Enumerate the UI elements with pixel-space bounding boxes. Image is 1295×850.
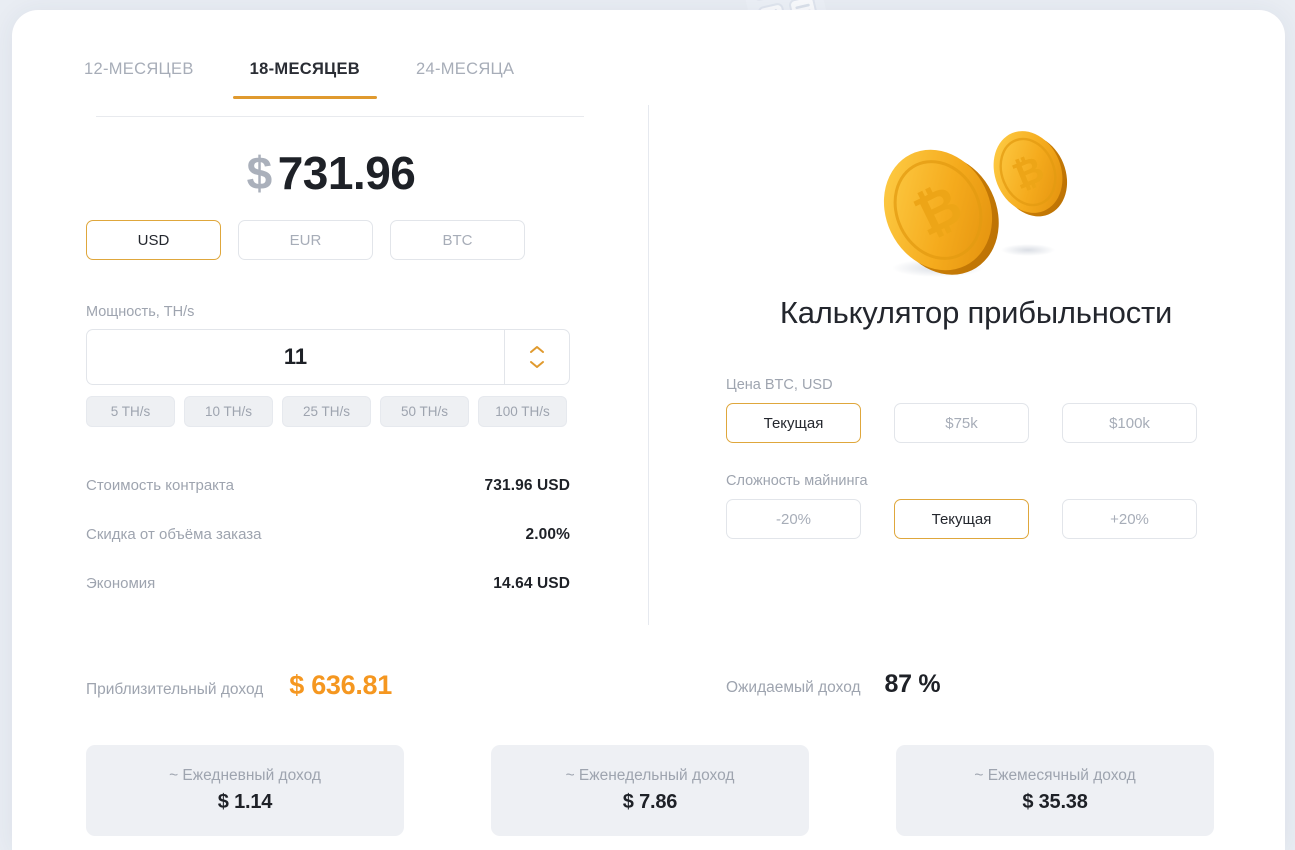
chevron-down-icon[interactable] (529, 360, 545, 369)
tab-12-months[interactable]: 12-МЕСЯЦЕВ (84, 56, 194, 99)
currency-button-usd[interactable]: USD (86, 220, 221, 260)
card-value: $ 1.14 (217, 791, 273, 813)
power-input-group: 11 (86, 329, 570, 385)
card-title: ~ Еженедельный доход (565, 767, 735, 784)
columns-divider (648, 105, 649, 625)
chevron-up-icon[interactable] (529, 345, 545, 354)
approximate-income-value: $ 636.81 (289, 670, 392, 700)
card-title: ~ Ежедневный доход (169, 767, 321, 784)
summary-value: 731.96 USD (484, 477, 570, 494)
summary-label: Экономия (86, 575, 156, 592)
card-value: $ 7.86 (622, 791, 678, 813)
weekly-income-card: ~ Еженедельный доход $ 7.86 (491, 745, 809, 836)
summary-label: Скидка от объёма заказа (86, 526, 262, 543)
currency-selector: USD EUR BTC (86, 220, 576, 260)
period-income-cards: ~ Ежедневный доход $ 1.14 ~ Еженедельный… (86, 745, 1226, 836)
card-value: $ 35.38 (1022, 791, 1088, 813)
price-amount: 731.96 (277, 147, 416, 199)
difficulty-options: -20% Текущая +20% (726, 499, 1226, 539)
expected-income-block: Ожидаемый доход 87 % (726, 670, 941, 699)
monthly-income-card: ~ Ежемесячный доход $ 35.38 (896, 745, 1214, 836)
difficulty-option-plus-20[interactable]: +20% (1062, 499, 1197, 539)
difficulty-option-current[interactable]: Текущая (894, 499, 1029, 539)
approximate-income-block: Приблизительный доход $ 636.81 (86, 670, 392, 701)
power-preset-25[interactable]: 25 TH/s (282, 396, 371, 427)
power-preset-50[interactable]: 50 TH/s (380, 396, 469, 427)
difficulty-label: Сложность майнинга (726, 473, 868, 489)
summary-row-savings: Экономия 14.64 USD (86, 575, 570, 593)
btc-price-option-75k[interactable]: $75k (894, 403, 1029, 443)
summary-value: 2.00% (525, 526, 570, 543)
contract-price-display: $731.96 (86, 150, 576, 196)
power-preset-10[interactable]: 10 TH/s (184, 396, 273, 427)
expected-income-label: Ожидаемый доход (726, 679, 861, 696)
power-input[interactable]: 11 (86, 329, 504, 385)
tab-24-months[interactable]: 24-МЕСЯЦА (416, 56, 514, 99)
power-preset-5[interactable]: 5 TH/s (86, 396, 175, 427)
income-summary: Приблизительный доход $ 636.81 Ожидаемый… (86, 670, 1226, 718)
contract-summary-list: Стоимость контракта 731.96 USD Скидка от… (86, 477, 570, 593)
difficulty-option-minus-20[interactable]: -20% (726, 499, 861, 539)
contract-config-panel: $731.96 USD EUR BTC Мощность, TH/s 11 5 … (86, 150, 576, 624)
power-stepper[interactable] (504, 329, 570, 385)
summary-value: 14.64 USD (493, 575, 570, 592)
card-title: ~ Ежемесячный доход (974, 767, 1136, 784)
page-title: Калькулятор прибыльности (779, 295, 1173, 330)
tab-18-months[interactable]: 18-МЕСЯЦЕВ (232, 56, 378, 99)
btc-price-options: Текущая $75k $100k (726, 403, 1226, 443)
power-preset-100[interactable]: 100 TH/s (478, 396, 567, 427)
tabs-underline-rule (96, 116, 584, 117)
summary-label: Стоимость контракта (86, 477, 234, 494)
btc-price-option-100k[interactable]: $100k (1062, 403, 1197, 443)
currency-button-eur[interactable]: EUR (238, 220, 373, 260)
power-preset-buttons: 5 TH/s 10 TH/s 25 TH/s 50 TH/s 100 TH/s (86, 396, 576, 427)
contract-term-tabs: 12-МЕСЯЦЕВ 18-МЕСЯЦЕВ 24-МЕСЯЦА (84, 56, 584, 116)
power-field-label: Мощность, TH/s (86, 304, 195, 320)
currency-button-btc[interactable]: BTC (390, 220, 525, 260)
summary-row-volume-discount: Скидка от объёма заказа 2.00% (86, 526, 570, 544)
calculator-card: 12-МЕСЯЦЕВ 18-МЕСЯЦЕВ 24-МЕСЯЦА $731.96 … (12, 10, 1285, 850)
price-currency-symbol: $ (246, 147, 273, 199)
daily-income-card: ~ Ежедневный доход $ 1.14 (86, 745, 404, 836)
btc-price-option-current[interactable]: Текущая (726, 403, 861, 443)
profitability-panel: ₿ ₿ ₿ Калькулятор прибыльности Цена BTC,… (726, 110, 1226, 569)
btc-price-label: Цена BTC, USD (726, 377, 833, 393)
bitcoin-coins-illustration: ₿ ₿ ₿ (726, 110, 1226, 285)
summary-row-contract-cost: Стоимость контракта 731.96 USD (86, 477, 570, 495)
expected-income-value: 87 % (884, 670, 941, 698)
approximate-income-label: Приблизительный доход (86, 681, 264, 698)
